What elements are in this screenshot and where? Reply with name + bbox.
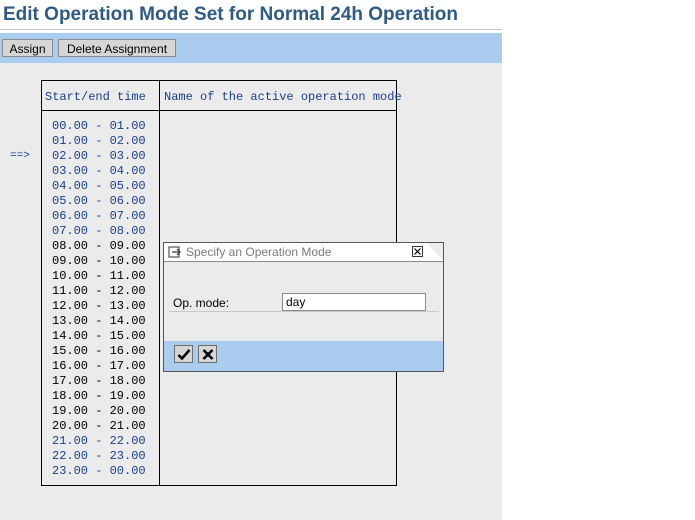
field-row-divider	[169, 311, 439, 312]
table-row[interactable]: 05.00 - 06.00	[52, 194, 146, 209]
dialog-title: Specify an Operation Mode	[186, 245, 332, 259]
dialog-footer	[164, 341, 443, 371]
page-title: Edit Operation Mode Set for Normal 24h O…	[3, 4, 458, 25]
dialog-title-corner	[427, 243, 443, 261]
op-mode-label: Op. mode:	[173, 296, 230, 310]
table-row[interactable]: 13.00 - 14.00	[52, 314, 146, 329]
column-header-mode: Name of the active operation mode	[164, 90, 402, 104]
cancel-button[interactable]	[198, 345, 217, 363]
table-row[interactable]: 23.00 - 00.00	[52, 464, 146, 479]
table-row[interactable]: 16.00 - 17.00	[52, 359, 146, 374]
table-row[interactable]: 03.00 - 04.00	[52, 164, 146, 179]
specify-operation-mode-dialog: Specify an Operation Mode Op. mode:	[163, 242, 444, 372]
table-row[interactable]: 09.00 - 10.00	[52, 254, 146, 269]
toolbar: Assign Delete Assignment	[0, 33, 502, 63]
table-row[interactable]: 00.00 - 01.00	[52, 119, 146, 134]
table-row[interactable]: 20.00 - 21.00	[52, 419, 146, 434]
table-row[interactable]: 12.00 - 13.00	[52, 299, 146, 314]
dialog-window-icon	[168, 245, 182, 259]
table-row[interactable]: 06.00 - 07.00	[52, 209, 146, 224]
table-row[interactable]: 21.00 - 22.00	[52, 434, 146, 449]
header-divider	[42, 110, 396, 111]
confirm-button[interactable]	[174, 345, 193, 363]
close-icon[interactable]	[412, 246, 423, 257]
checkmark-icon	[177, 349, 191, 361]
table-row[interactable]: 15.00 - 16.00	[52, 344, 146, 359]
time-slot-list: 00.00 - 01.00 01.00 - 02.00 02.00 - 03.00 0…	[52, 119, 146, 479]
table-row[interactable]: 02.00 - 03.00	[52, 149, 146, 164]
table-row[interactable]: 08.00 - 09.00	[52, 239, 146, 254]
table-row[interactable]: 07.00 - 08.00	[52, 224, 146, 239]
column-divider	[159, 81, 160, 485]
cancel-x-icon	[202, 349, 214, 360]
table-row[interactable]: 04.00 - 05.00	[52, 179, 146, 194]
table-row[interactable]: 01.00 - 02.00	[52, 134, 146, 149]
op-mode-input[interactable]	[282, 293, 426, 311]
table-row[interactable]: 19.00 - 20.00	[52, 404, 146, 419]
current-row-marker: ==>	[10, 150, 30, 162]
column-header-time: Start/end time	[45, 90, 146, 104]
table-row[interactable]: 11.00 - 12.00	[52, 284, 146, 299]
title-divider	[0, 29, 502, 30]
table-row[interactable]: 18.00 - 19.00	[52, 389, 146, 404]
table-row[interactable]: 14.00 - 15.00	[52, 329, 146, 344]
assign-button[interactable]: Assign	[2, 39, 53, 57]
table-row[interactable]: 17.00 - 18.00	[52, 374, 146, 389]
table-row[interactable]: 22.00 - 23.00	[52, 449, 146, 464]
title-bar: Edit Operation Mode Set for Normal 24h O…	[0, 0, 502, 33]
table-row[interactable]: 10.00 - 11.00	[52, 269, 146, 284]
dialog-title-bar: Specify an Operation Mode	[164, 243, 443, 262]
delete-assignment-button[interactable]: Delete Assignment	[58, 39, 176, 57]
app-window: Edit Operation Mode Set for Normal 24h O…	[0, 0, 502, 520]
